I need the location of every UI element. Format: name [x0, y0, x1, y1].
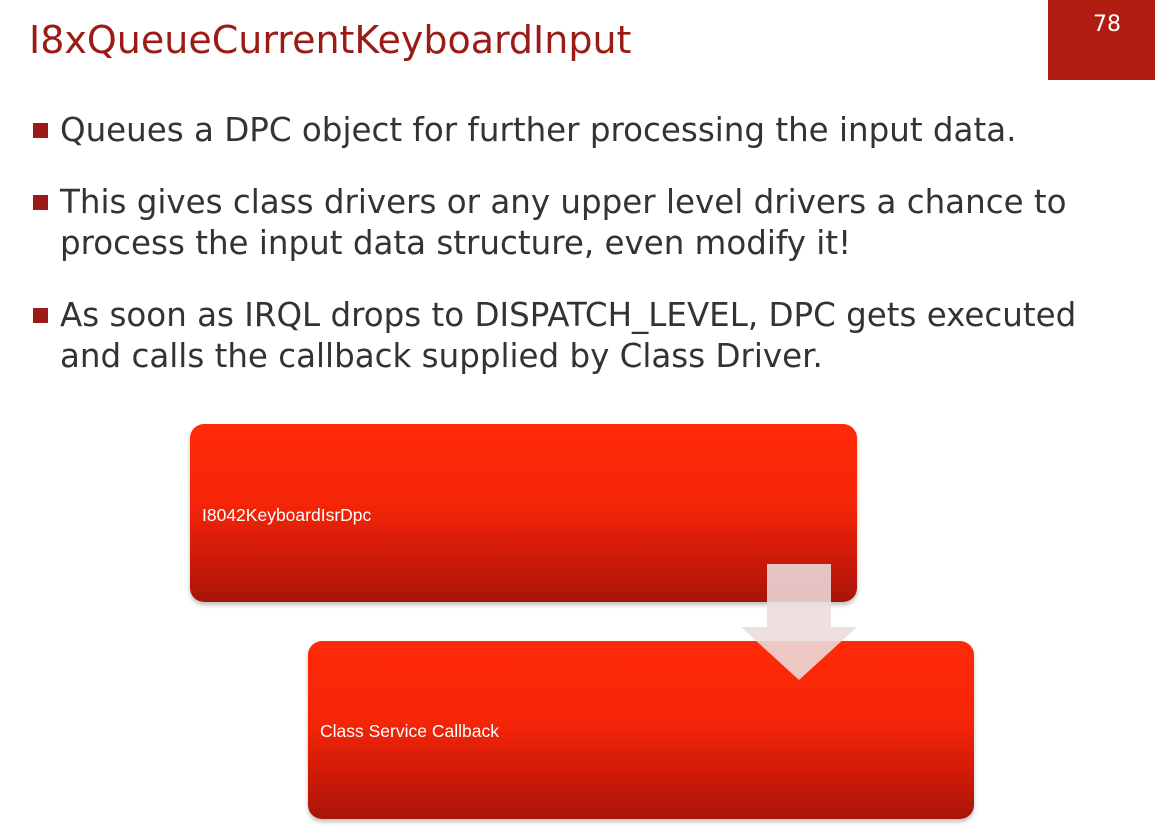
bullet-item: As soon as IRQL drops to DISPATCH_LEVEL,… [33, 295, 1143, 377]
process-step-label: I8042KeyboardIsrDpc [202, 505, 372, 525]
bullet-square-icon [33, 123, 48, 138]
bullet-item: This gives class drivers or any upper le… [33, 182, 1143, 264]
bullet-item: Queues a DPC object for further processi… [33, 110, 1143, 151]
process-step-isr-dpc: I8042KeyboardIsrDpc [190, 424, 857, 602]
page-number-badge: 78 [1048, 0, 1155, 80]
bullet-square-icon [33, 195, 48, 210]
page-number: 78 [1093, 12, 1121, 37]
bullet-text: As soon as IRQL drops to DISPATCH_LEVEL,… [60, 296, 1077, 375]
process-step-label: Class Service Callback [320, 721, 499, 741]
bullet-square-icon [33, 308, 48, 323]
bullet-text: This gives class drivers or any upper le… [60, 183, 1067, 262]
bullet-list: Queues a DPC object for further processi… [33, 110, 1143, 408]
process-step-class-callback: Class Service Callback [308, 641, 974, 819]
slide-title: I8xQueueCurrentKeyboardInput [29, 18, 632, 62]
bullet-text: Queues a DPC object for further processi… [60, 111, 1017, 149]
